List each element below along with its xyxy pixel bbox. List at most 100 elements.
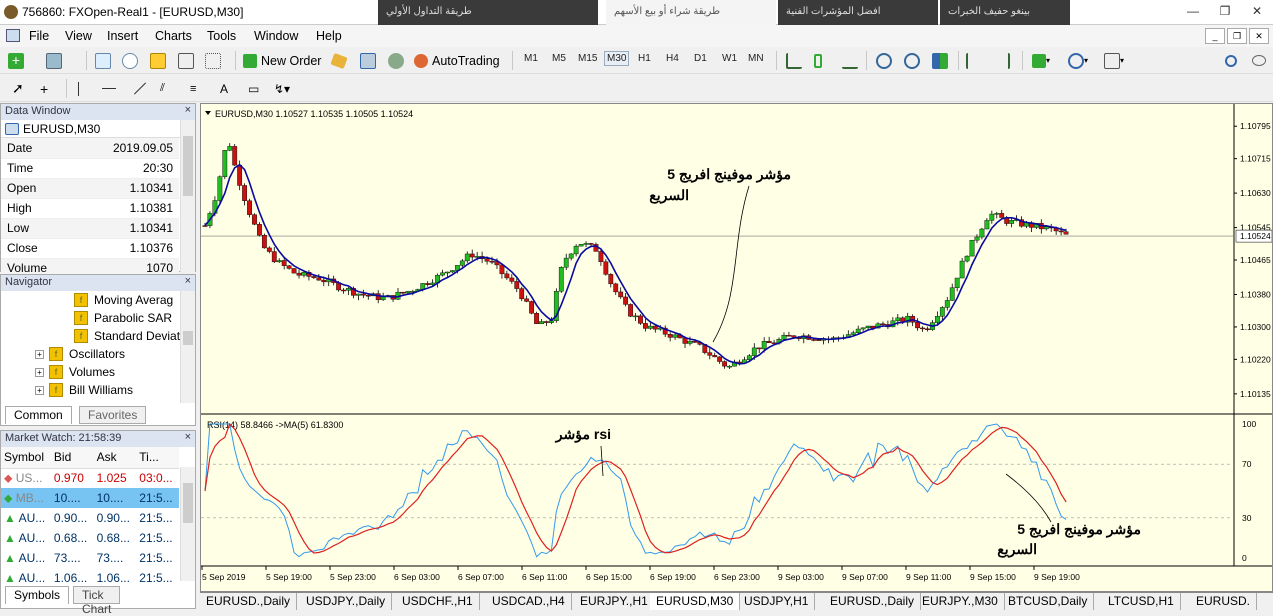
mdi-minimize-icon[interactable]: _ <box>1205 28 1225 44</box>
chart-tab[interactable]: USDJPY.,Daily <box>300 593 393 610</box>
market-watch-scrollbar[interactable] <box>180 467 195 581</box>
horizontal-line-icon[interactable] <box>102 78 116 99</box>
crosshair-icon[interactable]: + <box>40 78 48 99</box>
navigator-scrollbar[interactable] <box>180 291 195 403</box>
tf-h4[interactable]: H4 <box>666 53 679 64</box>
arrows-icon[interactable]: ↯▾ <box>274 78 290 99</box>
periods-icon[interactable]: ▾ <box>1068 50 1088 71</box>
menu-window[interactable]: Window <box>254 29 298 43</box>
bar-chart-icon[interactable] <box>786 50 802 71</box>
trendline-icon[interactable] <box>132 78 148 99</box>
chart-tab[interactable]: USDCAD.,H4 <box>486 593 572 610</box>
tab-tick-chart[interactable]: Tick Chart <box>73 586 121 616</box>
market-watch-row[interactable]: ▲ AU... 1.06... 1.06... 21:5... <box>1 568 179 588</box>
tf-d1[interactable]: D1 <box>694 53 707 64</box>
doc-icon[interactable] <box>6 29 20 42</box>
new-order-button[interactable]: New Order <box>243 50 321 71</box>
mdi-restore-icon[interactable]: ❐ <box>1227 28 1247 44</box>
vertical-line-icon[interactable] <box>78 78 79 99</box>
close-icon[interactable]: × <box>185 275 191 287</box>
line-chart-icon[interactable] <box>842 50 858 71</box>
price-chart[interactable]: 1.107951.107151.106301.105451.105241.104… <box>201 104 1273 591</box>
autotrading-button[interactable]: AutoTrading <box>414 50 500 71</box>
tab-common[interactable]: Common <box>5 406 72 424</box>
templates-icon[interactable]: ▾ <box>1104 50 1124 71</box>
chart-tab[interactable]: EURJPY.,M30 <box>916 593 1005 610</box>
tab-favorites[interactable]: Favorites <box>79 406 147 424</box>
menu-insert[interactable]: Insert <box>107 29 138 43</box>
nav-folder-bill-williams[interactable]: + f Bill Williams <box>35 383 133 397</box>
data-window-scrollbar[interactable] <box>180 120 195 272</box>
nav-folder-volumes[interactable]: + f Volumes <box>35 365 115 379</box>
menu-help[interactable]: Help <box>316 29 342 43</box>
tf-m5[interactable]: M5 <box>552 53 566 64</box>
chart-tab[interactable]: EURUSD,M30 <box>650 593 741 610</box>
chart-tab[interactable]: EURUSD.,Daily <box>200 593 298 610</box>
minimize-icon[interactable]: — <box>1177 0 1209 22</box>
fibonacci-icon[interactable]: ≡ <box>190 78 196 99</box>
tab-symbols[interactable]: Symbols <box>5 586 70 604</box>
background-tab[interactable]: طريقة التداول الأولي <box>378 0 598 25</box>
signals-icon[interactable] <box>360 50 376 71</box>
metaeditor-icon[interactable] <box>330 50 348 71</box>
tile-windows-icon[interactable] <box>932 50 948 71</box>
chart-tab[interactable]: LTCUSD,H1 <box>1102 593 1181 610</box>
indicators-icon[interactable]: ▾ <box>1032 50 1050 71</box>
tf-m30[interactable]: M30 <box>604 51 630 66</box>
column-header[interactable]: Ask <box>93 447 137 469</box>
expand-icon[interactable]: + <box>35 367 44 377</box>
tf-m1[interactable]: M1 <box>524 53 538 64</box>
zoom-in-icon[interactable] <box>876 50 892 71</box>
menu-tools[interactable]: Tools <box>207 29 236 43</box>
chart-tab[interactable]: EURUSD.,Daily <box>824 593 922 610</box>
nav-item-parabolic-sar[interactable]: f Parabolic SAR <box>74 311 172 325</box>
strategy-tester-icon[interactable] <box>205 50 221 71</box>
data-window-icon[interactable] <box>122 50 138 71</box>
auto-scroll-icon[interactable] <box>966 50 982 71</box>
chart-window[interactable]: 1.10795 1.10715 1.10630 1.10545 1.10524 1.104… <box>200 103 1273 592</box>
tf-m15[interactable]: M15 <box>578 53 597 64</box>
chart-tab[interactable]: BTCUSD,Daily <box>1002 593 1095 610</box>
navigator-icon[interactable] <box>150 50 166 71</box>
text-tool-icon[interactable]: A <box>220 78 228 99</box>
nav-item-standard-deviation[interactable]: f Standard Deviat <box>74 329 180 343</box>
text-label-icon[interactable]: ▭ <box>248 78 259 99</box>
tf-h1[interactable]: H1 <box>638 53 651 64</box>
background-tab[interactable]: افضل المؤشرات الفنية <box>778 0 938 25</box>
close-icon[interactable]: × <box>185 104 191 116</box>
chart-tab[interactable]: USDJPY,H1 <box>738 593 816 610</box>
menu-view[interactable]: View <box>65 29 92 43</box>
market-watch-row[interactable]: ▲ AU... 0.90... 0.90... 21:5... <box>1 508 179 528</box>
terminal-icon[interactable] <box>178 50 194 71</box>
expand-icon[interactable]: + <box>35 385 44 395</box>
market-watch-row[interactable]: ▲ AU... 73.... 73.... 21:5... <box>1 548 179 568</box>
background-tab[interactable]: بينغو حفيف الخبرات <box>940 0 1070 25</box>
market-watch-row[interactable]: ▲ AU... 0.68... 0.68... 21:5... <box>1 528 179 548</box>
maximize-icon[interactable]: ❐ <box>1209 0 1241 22</box>
market-watch-icon[interactable] <box>95 50 111 71</box>
close-icon[interactable]: × <box>185 431 191 443</box>
column-header[interactable]: Bid <box>50 447 94 469</box>
new-chart-icon[interactable]: + <box>8 50 24 71</box>
candlestick-icon[interactable] <box>814 50 822 71</box>
tf-w1[interactable]: W1 <box>722 53 737 64</box>
mdi-close-icon[interactable]: ✕ <box>1249 28 1269 44</box>
chart-tab[interactable]: EURUSD. <box>1190 593 1258 610</box>
equidistant-channel-icon[interactable]: ⫽ <box>160 78 165 99</box>
market-icon[interactable] <box>388 50 404 71</box>
tf-mn[interactable]: MN <box>748 53 764 64</box>
nav-item-moving-average[interactable]: f Moving Averag <box>74 293 173 307</box>
profiles-icon[interactable] <box>46 50 62 71</box>
menu-file[interactable]: File <box>29 29 49 43</box>
menu-charts[interactable]: Charts <box>155 29 192 43</box>
market-watch-row[interactable]: ⬥ US... 0.970 1.025 03:0... <box>1 468 179 488</box>
cursor-icon[interactable]: ➚ <box>12 78 24 99</box>
column-header[interactable]: Ti... <box>136 447 179 469</box>
market-watch-row[interactable]: ⬥ MB... 10.... 10.... 21:5... <box>1 488 179 508</box>
chat-icon[interactable] <box>1252 50 1266 71</box>
close-icon[interactable]: ✕ <box>1241 0 1273 22</box>
expand-icon[interactable]: + <box>35 349 44 359</box>
chart-shift-icon[interactable] <box>994 50 1010 71</box>
chart-tab[interactable]: USDCHF.,H1 <box>396 593 480 610</box>
zoom-out-icon[interactable] <box>904 50 920 71</box>
